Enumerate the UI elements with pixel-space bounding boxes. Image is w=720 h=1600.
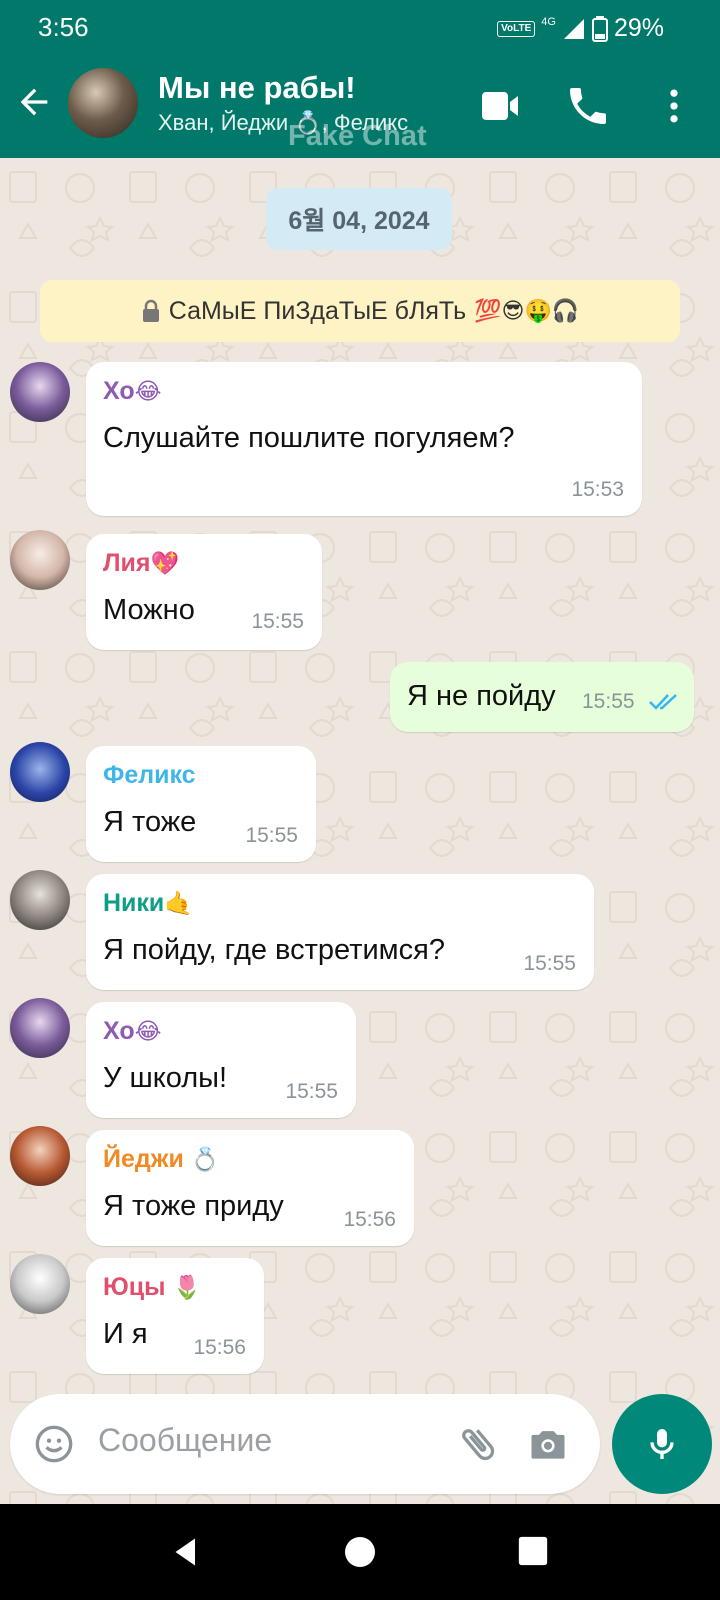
avatar[interactable] [10, 362, 70, 422]
nav-back-icon[interactable] [168, 1534, 204, 1570]
message-time: 15:55 [251, 610, 304, 633]
message-bubble[interactable]: Ники🤙 Я пойду, где встретимся? 15:55 [86, 874, 594, 990]
mic-icon [650, 1429, 674, 1459]
double-check-icon [649, 694, 677, 710]
chat-title[interactable]: Мы не рабы! [158, 70, 356, 106]
watermark: Fake Chat [288, 120, 427, 152]
avatar[interactable] [10, 1126, 70, 1186]
message-sender: Феликс [103, 761, 196, 789]
status-time: 3:56 [38, 12, 89, 42]
message-time: 15:55 [245, 824, 298, 847]
sender-emoji: 🤙 [164, 891, 193, 917]
system-nav-bar [0, 1504, 720, 1600]
message-time: 15:55 [285, 1080, 338, 1103]
back-arrow-icon[interactable] [14, 82, 54, 122]
emoji-icon[interactable] [34, 1424, 74, 1464]
message-sender: Ники🤙 [103, 889, 193, 917]
camera-icon[interactable] [526, 1422, 570, 1466]
network-label: 4G [541, 15, 556, 28]
sender-emoji: 😂 [134, 379, 162, 405]
message-bubble[interactable]: Хо😂 У школы! 15:55 [86, 1002, 356, 1118]
battery-level: 29% [613, 14, 664, 42]
avatar[interactable] [10, 870, 70, 930]
attach-icon[interactable] [456, 1422, 500, 1466]
avatar[interactable] [10, 742, 70, 802]
group-description-banner[interactable]: СаМыЕ ПиЗдаТыЕ бЛяТь 💯😎🤑🎧 [40, 280, 680, 342]
more-vert-icon[interactable] [652, 82, 696, 130]
avatar[interactable] [10, 530, 70, 590]
mic-button[interactable] [612, 1394, 712, 1494]
sender-emoji: 🌷 [172, 1275, 202, 1301]
sender-emoji: 💖 [150, 551, 180, 577]
message-bubble[interactable]: Юцы 🌷 И я 15:56 [86, 1258, 264, 1374]
avatar[interactable] [10, 1254, 70, 1314]
nav-recents-icon[interactable] [516, 1534, 550, 1568]
status-bar: 3:56 VoLTE 4G 29% [0, 0, 720, 56]
message-input-bar: Сообщение [10, 1394, 600, 1494]
message-text: Слушайте пошлите погуляем? [103, 422, 515, 454]
message-sender: Хо😂 [103, 377, 162, 405]
volte-badge: VoLTE [497, 20, 536, 37]
date-chip: 6월 04, 2024 [266, 188, 452, 250]
avatar[interactable] [10, 998, 70, 1058]
message-time: 15:55 [582, 690, 635, 713]
message-text: Я тоже приду [103, 1190, 284, 1222]
signal-icon [563, 18, 584, 39]
message-bubble[interactable]: Феликс Я тоже 15:55 [86, 746, 316, 862]
message-text: Можно [103, 594, 195, 626]
message-text: Я пойду, где встретимся? [103, 934, 445, 966]
message-text: У школы! [103, 1062, 228, 1094]
group-avatar[interactable] [68, 68, 138, 138]
status-indicators: VoLTE 4G 29% [497, 14, 664, 43]
group-description-text: СаМыЕ ПиЗдаТыЕ бЛяТь [168, 296, 467, 325]
outgoing-message-bubble[interactable]: Я не пойду 15:55 [390, 662, 694, 732]
message-bubble[interactable]: Лия💖 Можно 15:55 [86, 534, 322, 650]
chat-header: Мы не рабы! Хван, Йеджи 💍, Феликс Fake C… [0, 56, 720, 158]
message-time: 15:56 [193, 1336, 246, 1359]
nav-home-icon[interactable] [342, 1534, 378, 1570]
lock-icon [142, 299, 159, 322]
video-call-icon[interactable] [476, 82, 524, 130]
message-input[interactable]: Сообщение [98, 1422, 272, 1459]
group-description-emoji: 💯😎🤑🎧 [474, 298, 580, 324]
sender-emoji: 😂 [134, 1019, 162, 1045]
sender-emoji: 💍 [190, 1147, 220, 1173]
message-time: 15:56 [343, 1208, 396, 1231]
chat-area[interactable]: 6월 04, 2024 СаМыЕ ПиЗдаТыЕ бЛяТь 💯😎🤑🎧 Хо… [0, 158, 720, 1504]
battery-icon [591, 15, 608, 42]
phone-icon[interactable] [564, 82, 612, 130]
message-time: 15:55 [523, 952, 576, 975]
message-sender: Хо😂 [103, 1017, 162, 1045]
message-bubble[interactable]: Хо😂 Слушайте пошлите погуляем? 15:53 [86, 362, 642, 516]
message-bubble[interactable]: Йеджи 💍 Я тоже приду 15:56 [86, 1130, 414, 1246]
message-text: Я не пойду [407, 680, 556, 712]
message-sender: Лия💖 [103, 549, 180, 577]
message-sender: Йеджи 💍 [103, 1145, 220, 1173]
message-time: 15:53 [571, 478, 624, 501]
message-text: Я тоже [103, 806, 197, 838]
message-text: И я [103, 1318, 148, 1350]
message-sender: Юцы 🌷 [103, 1273, 202, 1301]
